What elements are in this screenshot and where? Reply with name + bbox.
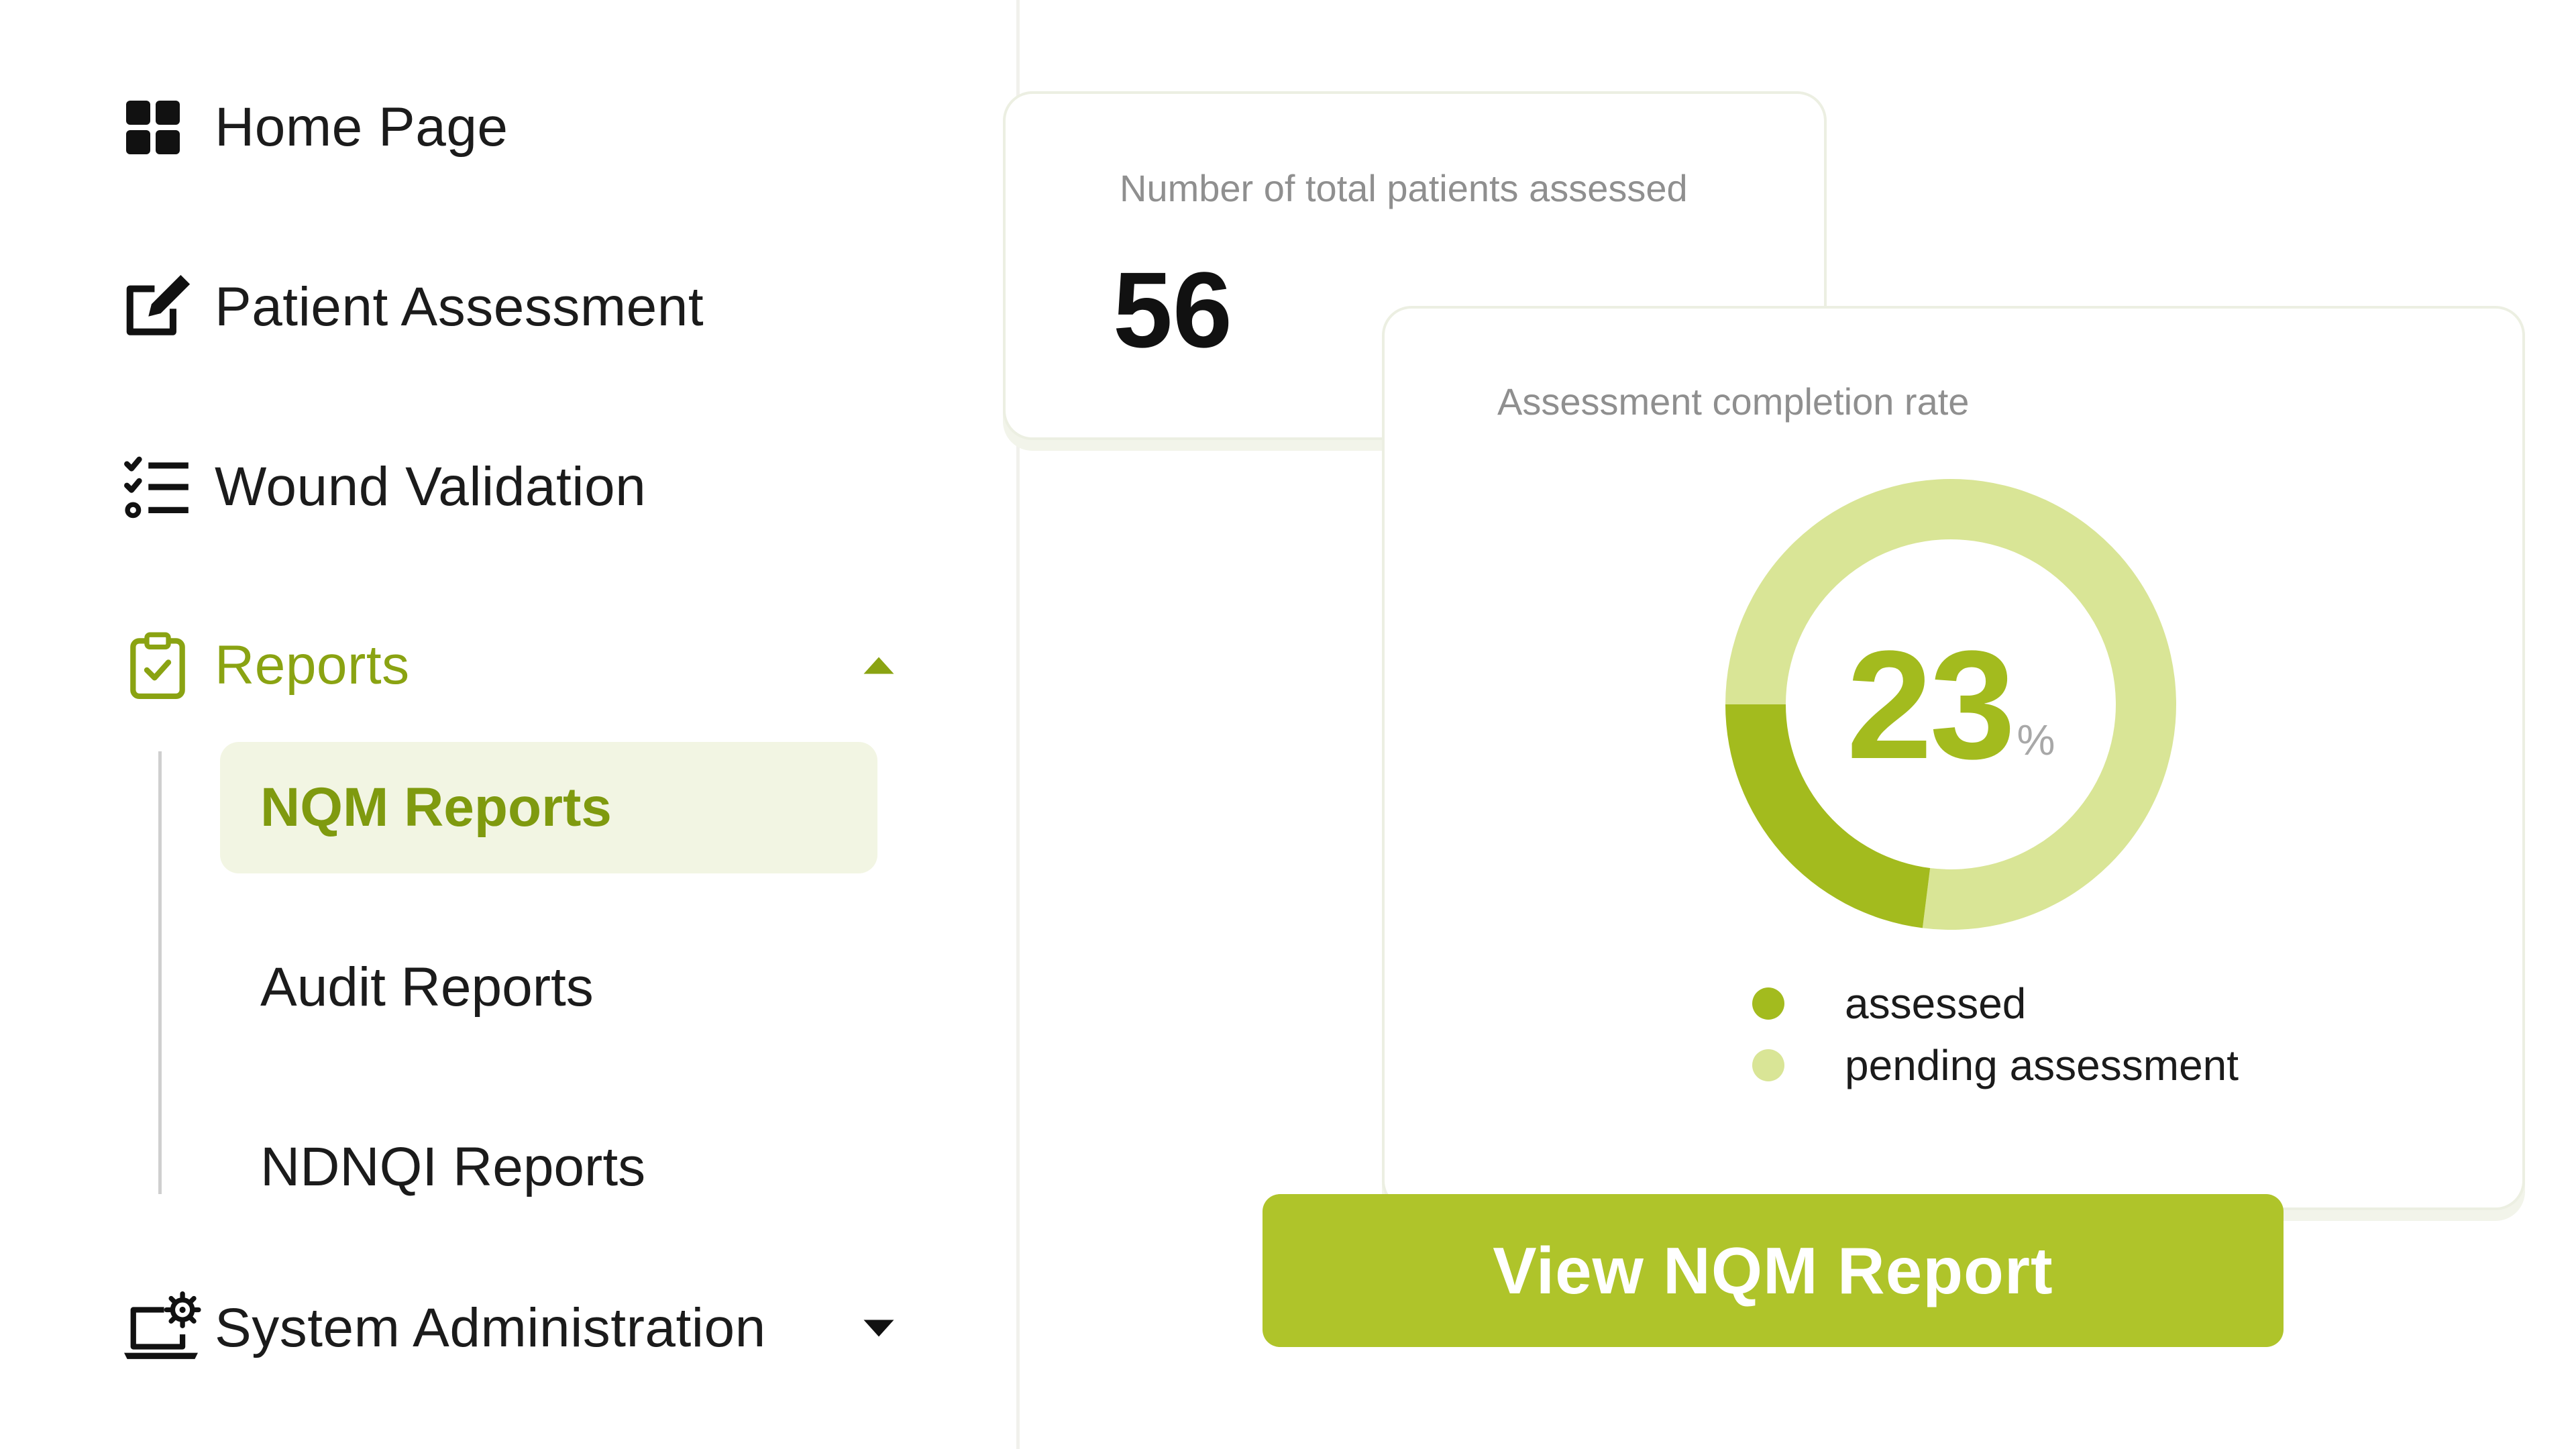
sidebar-subitem-audit-reports[interactable]: Audit Reports <box>220 922 877 1053</box>
sidebar-subitem-label: NDNQI Reports <box>260 1136 646 1197</box>
legend-dot-pending <box>1752 1049 1784 1081</box>
sidebar-item-label: Home Page <box>215 97 508 158</box>
completion-donut-chart: 23 % <box>1723 476 2179 932</box>
app-page: Home Page Patient Assessment Wound Valid… <box>0 0 2576 1449</box>
edit-note-icon <box>121 270 215 344</box>
legend-dot-assessed <box>1752 987 1784 1020</box>
sidebar-subitem-label: NQM Reports <box>260 777 612 838</box>
sidebar-subitem-ndnqi-reports[interactable]: NDNQI Reports <box>220 1102 877 1233</box>
sidebar-subitem-nqm-reports[interactable]: NQM Reports <box>220 742 877 873</box>
laptop-settings-icon <box>121 1291 215 1365</box>
legend-item-pending: pending assessment <box>1752 1034 2239 1096</box>
sidebar-item-reports[interactable]: Reports <box>121 625 926 706</box>
sidebar-item-label: Wound Validation <box>215 456 647 517</box>
total-patients-title: Number of total patients assessed <box>1120 167 1688 209</box>
sidebar-item-label: Patient Assessment <box>215 276 704 337</box>
sidebar-item-patient-assessment[interactable]: Patient Assessment <box>121 267 926 347</box>
view-nqm-report-button[interactable]: View NQM Report <box>1263 1194 2284 1347</box>
clipboard-check-icon <box>121 629 215 702</box>
percent-sign: % <box>2017 716 2055 764</box>
completion-rate-card: Assessment completion rate 23 % assessed… <box>1382 306 2525 1210</box>
legend-item-assessed: assessed <box>1752 973 2239 1034</box>
completion-rate-title: Assessment completion rate <box>1497 380 1970 423</box>
legend-label: assessed <box>1845 979 2027 1028</box>
sidebar-item-home-page[interactable]: Home Page <box>121 87 926 168</box>
sidebar-item-wound-validation[interactable]: Wound Validation <box>121 447 926 527</box>
completion-percent-value: 23 <box>1846 618 2016 791</box>
sidebar-item-label: System Administration <box>215 1297 766 1358</box>
legend-label: pending assessment <box>1845 1041 2239 1089</box>
chevron-up-icon[interactable] <box>859 652 899 679</box>
submenu-divider <box>158 751 162 1194</box>
sidebar-item-system-administration[interactable]: System Administration <box>121 1288 926 1368</box>
total-patients-value: 56 <box>1113 250 1232 370</box>
grid-icon <box>121 91 215 164</box>
chevron-down-icon[interactable] <box>859 1315 899 1342</box>
donut-center-label: 23 % <box>1723 476 2179 932</box>
sidebar-subitem-label: Audit Reports <box>260 957 594 1018</box>
chart-legend: assessed pending assessment <box>1752 973 2239 1096</box>
checklist-icon <box>121 450 215 524</box>
sidebar-nav: Home Page Patient Assessment Wound Valid… <box>0 0 1020 1449</box>
sidebar-item-label: Reports <box>215 635 410 696</box>
